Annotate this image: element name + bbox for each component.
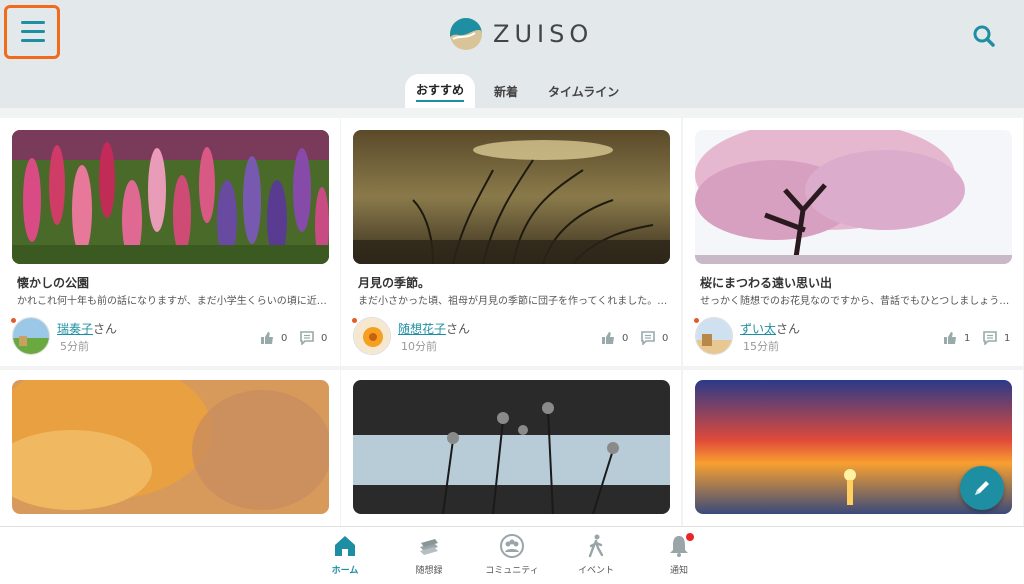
nav-community[interactable]: コミュニティ: [477, 533, 547, 581]
nav-events[interactable]: イベント: [561, 533, 631, 581]
post-time: 5分前: [60, 340, 89, 353]
comment-icon: [641, 331, 655, 345]
comment-count: 1: [1004, 332, 1011, 344]
author-avatar[interactable]: [353, 317, 391, 355]
lupine-flowers-image: [12, 130, 329, 264]
hamburger-menu-button[interactable]: [4, 5, 60, 59]
nav-label: 通知: [669, 566, 688, 576]
author-link[interactable]: ずい太: [740, 322, 776, 336]
thumbs-up-icon: [944, 332, 956, 344]
comment-count: 0: [321, 332, 328, 344]
app-header: ZUISO おすすめ 新着 タイムライン: [0, 0, 1024, 108]
comment-icon: [983, 331, 997, 345]
status-dot: [693, 317, 700, 324]
comment-button[interactable]: 0: [641, 331, 668, 345]
bottom-navigation: ホーム 随想録 コミュニティ イベント 通知: [0, 526, 1024, 584]
author-honorific: さん: [93, 322, 118, 336]
menu-bar: [21, 21, 45, 24]
nav-label: ホーム: [331, 566, 359, 576]
post-time: 15分前: [743, 340, 779, 353]
status-dot: [351, 317, 358, 324]
walking-person-icon: [588, 534, 604, 558]
pampas-grass-image: [353, 130, 670, 264]
comment-button[interactable]: 1: [983, 331, 1010, 345]
like-count: 0: [281, 332, 288, 344]
post-card[interactable]: [341, 370, 681, 526]
logo-text: ZUISO: [493, 20, 594, 48]
comment-button[interactable]: 0: [300, 331, 327, 345]
post-photo[interactable]: [353, 130, 670, 264]
home-icon: [335, 536, 355, 556]
thistle-silhouette-image: [353, 380, 670, 514]
search-icon: [973, 25, 995, 47]
author-link[interactable]: 瑞奏子: [57, 322, 93, 336]
post-photo[interactable]: [12, 380, 329, 514]
avatar-image: [13, 318, 49, 354]
author-avatar[interactable]: [12, 317, 50, 355]
post-excerpt: せっかく随想でのお花見なのですから、昔話でもひとつしましょう…: [700, 296, 1010, 307]
post-card[interactable]: 懐かしの公園 かれこれ何十年も前の話になりますが、まだ小学生くらいの頃に近… 瑞…: [0, 118, 340, 366]
tab-label: 新着: [494, 84, 519, 99]
author-line: 随想花子さん: [398, 320, 470, 337]
notification-badge: [686, 533, 694, 541]
author-line: 瑞奏子さん: [57, 320, 117, 337]
nav-essays[interactable]: 随想録: [394, 533, 464, 581]
tab-new[interactable]: 新着: [483, 74, 529, 108]
avatar-image: [354, 318, 390, 354]
like-count: 1: [964, 332, 971, 344]
thumbs-up-icon: [602, 332, 614, 344]
like-button[interactable]: 1: [943, 331, 970, 345]
post-card[interactable]: 月見の季節。 まだ小さかった頃、祖母が月見の季節に団子を作ってくれました。… 随…: [341, 118, 681, 366]
feed-tabs: おすすめ 新着 タイムライン: [405, 74, 630, 108]
nav-label: 随想録: [415, 566, 443, 576]
post-title[interactable]: 桜にまつわる遠い思い出: [700, 274, 832, 291]
comment-count: 0: [662, 332, 669, 344]
books-icon: [420, 539, 438, 555]
author-honorific: さん: [446, 322, 471, 336]
tab-label: おすすめ: [416, 81, 465, 102]
nav-label: イベント: [577, 566, 614, 576]
pen-icon: [975, 481, 989, 495]
tab-recommended[interactable]: おすすめ: [405, 74, 476, 108]
post-excerpt: かれこれ何十年も前の話になりますが、まだ小学生くらいの頃に近…: [17, 296, 327, 307]
app-logo[interactable]: ZUISO: [449, 16, 593, 52]
like-button[interactable]: 0: [260, 331, 287, 345]
post-title[interactable]: 月見の季節。: [358, 274, 430, 291]
post-photo[interactable]: [695, 130, 1012, 264]
post-card[interactable]: [0, 370, 340, 526]
author-line: ずい太さん: [740, 320, 800, 337]
nav-home[interactable]: ホーム: [310, 533, 380, 581]
post-card[interactable]: 桜にまつわる遠い思い出 せっかく随想でのお花見なのですから、昔話でもひとつしまし…: [683, 118, 1023, 366]
like-count: 0: [622, 332, 629, 344]
post-excerpt: まだ小さかった頃、祖母が月見の季節に団子を作ってくれました。…: [358, 296, 668, 307]
post-photo[interactable]: [12, 130, 329, 264]
cherry-blossom-tree-image: [695, 130, 1012, 264]
post-time: 10分前: [401, 340, 437, 353]
thumbs-up-icon: [261, 332, 273, 344]
search-button[interactable]: [970, 22, 998, 50]
autumn-leaves-image: [12, 380, 329, 514]
nav-label: コミュニティ: [485, 566, 539, 576]
post-title[interactable]: 懐かしの公園: [17, 274, 89, 291]
like-button[interactable]: 0: [601, 331, 628, 345]
post-photo[interactable]: [353, 380, 670, 514]
author-avatar[interactable]: [695, 317, 733, 355]
menu-bar: [21, 30, 45, 33]
community-icon: [500, 534, 524, 558]
nav-notifications[interactable]: 通知: [644, 533, 714, 581]
tab-label: タイムライン: [548, 84, 620, 99]
compose-post-button[interactable]: [960, 466, 1004, 510]
menu-bar: [21, 39, 45, 42]
logo-mark-icon: [450, 18, 482, 50]
comment-icon: [300, 331, 314, 345]
post-grid: 懐かしの公園 かれこれ何十年も前の話になりますが、まだ小学生くらいの頃に近… 瑞…: [0, 118, 1024, 526]
author-honorific: さん: [776, 322, 801, 336]
author-link[interactable]: 随想花子: [398, 322, 446, 336]
avatar-image: [696, 318, 732, 354]
status-dot: [10, 317, 17, 324]
tab-timeline[interactable]: タイムライン: [537, 74, 630, 108]
